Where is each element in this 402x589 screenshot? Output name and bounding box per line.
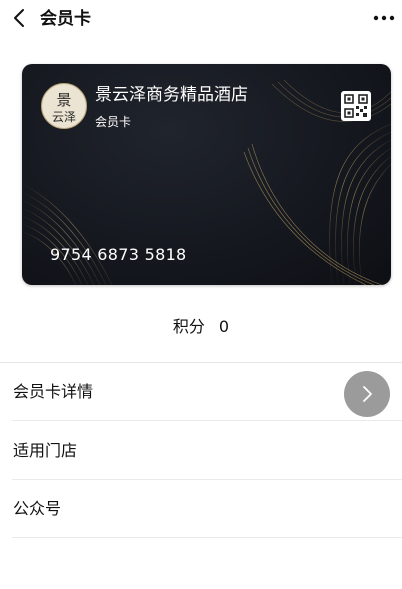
list-item-label: 会员卡详情	[13, 382, 94, 401]
list-item-label: 公众号	[13, 499, 62, 518]
back-button[interactable]	[6, 4, 32, 32]
points-summary: 积分 0	[0, 316, 402, 338]
qr-code-button[interactable]	[341, 91, 371, 121]
points-label: 积分	[172, 317, 205, 336]
chevron-right-icon	[363, 386, 372, 402]
chevron-left-icon	[14, 9, 24, 27]
more-options-button[interactable]	[372, 8, 396, 28]
row-divider	[12, 420, 402, 421]
list-item-card-details[interactable]: 会员卡详情	[0, 363, 402, 421]
card-type-label: 会员卡	[95, 115, 132, 129]
list-item-applicable-stores[interactable]: 适用门店	[0, 422, 402, 480]
list-item-label: 适用门店	[13, 441, 78, 460]
card-number: 9754 6873 5818	[50, 245, 187, 264]
points-value: 0	[218, 317, 230, 336]
member-card[interactable]: 景 云泽 景云泽商务精品酒店 会员卡 9754 6873 5818	[22, 64, 391, 285]
hotel-logo: 景 云泽	[41, 83, 87, 129]
list-item-official-account[interactable]: 公众号	[0, 480, 402, 538]
more-dots-icon	[373, 15, 395, 21]
forward-arrow-button[interactable]	[344, 371, 390, 417]
page-title: 会员卡	[40, 9, 91, 29]
svg-text:云泽: 云泽	[52, 110, 76, 124]
member-card-page: 会员卡 景 云泽 景云泽商务精品酒店 会员卡 9754 6873 5818 积分…	[0, 0, 402, 589]
hotel-logo-icon: 景 云泽	[43, 85, 85, 127]
qr-code-icon	[344, 94, 368, 118]
hotel-name: 景云泽商务精品酒店	[95, 85, 248, 105]
top-bar: 会员卡	[0, 0, 402, 40]
row-divider	[12, 537, 402, 538]
svg-text:景: 景	[56, 91, 71, 109]
